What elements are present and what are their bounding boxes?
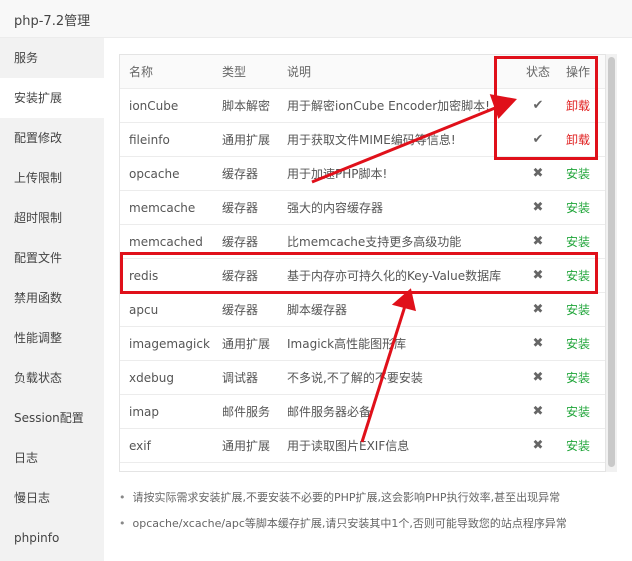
header-name: 名称 bbox=[129, 65, 154, 79]
table-row: apcu 缓存器 脚本缓存器 ✖ 安装 bbox=[120, 293, 605, 327]
install-button[interactable]: 安装 bbox=[558, 157, 598, 191]
ext-desc: 用于获取文件MIME编码等信息! bbox=[287, 133, 456, 147]
install-button[interactable]: 安装 bbox=[558, 327, 598, 361]
ext-name: opcache bbox=[129, 167, 180, 181]
ext-name: exif bbox=[129, 439, 151, 453]
scrollbar-thumb[interactable] bbox=[608, 57, 615, 467]
ext-name: apcu bbox=[129, 303, 159, 317]
sidebar-item-disabled-functions[interactable]: 禁用函数 bbox=[0, 278, 104, 318]
sidebar-item-slow-log[interactable]: 慢日志 bbox=[0, 478, 104, 518]
ext-type: 调试器 bbox=[222, 371, 259, 385]
install-button[interactable]: 安装 bbox=[558, 395, 598, 429]
table-row: imap 邮件服务 邮件服务器必备 ✖ 安装 bbox=[120, 395, 605, 429]
ext-desc: 用于解密ionCube Encoder加密脚本! bbox=[287, 99, 490, 113]
ext-name: ionCube bbox=[129, 99, 179, 113]
ext-type: 脚本解密 bbox=[222, 99, 271, 113]
cross-icon: ✖ bbox=[532, 302, 544, 317]
ext-desc: Imagick高性能图形库 bbox=[287, 337, 407, 351]
ext-type: 通用扩展 bbox=[222, 133, 271, 147]
cross-icon: ✖ bbox=[532, 200, 544, 215]
sidebar-item-session-config[interactable]: Session配置 bbox=[0, 398, 104, 438]
ext-name: imap bbox=[129, 405, 159, 419]
ext-desc: 用于读取图片EXIF信息 bbox=[287, 439, 410, 453]
install-button[interactable]: 安装 bbox=[558, 361, 598, 395]
ext-desc: 强大的内容缓存器 bbox=[287, 201, 384, 215]
sidebar-item-upload-limit[interactable]: 上传限制 bbox=[0, 158, 104, 198]
ext-name: fileinfo bbox=[129, 133, 170, 147]
note-item: opcache/xcache/apc等脚本缓存扩展,请只安装其中1个,否则可能导… bbox=[119, 514, 567, 534]
sidebar-item-log[interactable]: 日志 bbox=[0, 438, 104, 478]
ext-type: 通用扩展 bbox=[222, 337, 271, 351]
sidebar: 服务 安装扩展 配置修改 上传限制 超时限制 配置文件 禁用函数 性能调整 负载… bbox=[0, 38, 104, 561]
ext-type: 通用扩展 bbox=[222, 439, 271, 453]
window-titlebar: php-7.2管理 bbox=[0, 0, 632, 38]
ext-type: 缓存器 bbox=[222, 303, 259, 317]
sidebar-item-config-file[interactable]: 配置文件 bbox=[0, 238, 104, 278]
sidebar-item-performance[interactable]: 性能调整 bbox=[0, 318, 104, 358]
sidebar-item-service[interactable]: 服务 bbox=[0, 38, 104, 78]
ext-desc: 脚本缓存器 bbox=[287, 303, 348, 317]
sidebar-item-phpinfo[interactable]: phpinfo bbox=[0, 518, 104, 558]
install-button[interactable]: 安装 bbox=[558, 191, 598, 225]
ext-desc: 邮件服务器必备 bbox=[287, 405, 372, 419]
table-row: exif 通用扩展 用于读取图片EXIF信息 ✖ 安装 bbox=[120, 429, 605, 463]
table-row: opcache 缓存器 用于加速PHP脚本! ✖ 安装 bbox=[120, 157, 605, 191]
ext-desc: 用于加速PHP脚本! bbox=[287, 167, 388, 181]
cross-icon: ✖ bbox=[532, 438, 544, 453]
cross-icon: ✖ bbox=[532, 336, 544, 351]
sidebar-item-install-extensions[interactable]: 安装扩展 bbox=[0, 78, 104, 118]
cross-icon: ✖ bbox=[532, 166, 544, 181]
ext-type: 缓存器 bbox=[222, 167, 259, 181]
cross-icon: ✖ bbox=[532, 370, 544, 385]
header-desc: 说明 bbox=[287, 65, 312, 79]
ext-type: 邮件服务 bbox=[222, 405, 271, 419]
ext-name: xdebug bbox=[129, 371, 174, 385]
install-button[interactable]: 安装 bbox=[558, 429, 598, 463]
header-type: 类型 bbox=[222, 65, 247, 79]
table-row: memcache 缓存器 强大的内容缓存器 ✖ 安装 bbox=[120, 191, 605, 225]
cross-icon: ✖ bbox=[532, 404, 544, 419]
table-scrollbar[interactable] bbox=[606, 54, 617, 472]
install-button[interactable]: 安装 bbox=[558, 293, 598, 327]
table-row: imagemagick 通用扩展 Imagick高性能图形库 ✖ 安装 bbox=[120, 327, 605, 361]
highlight-box-status-op bbox=[494, 56, 598, 160]
note-item: 请按实际需求安装扩展,不要安装不必要的PHP扩展,这会影响PHP执行效率,甚至出… bbox=[119, 488, 561, 508]
highlight-box-redis-row bbox=[120, 252, 598, 294]
ext-desc: 不多说,不了解的不要安装 bbox=[287, 371, 423, 385]
sidebar-item-config-modify[interactable]: 配置修改 bbox=[0, 118, 104, 158]
ext-type: 缓存器 bbox=[222, 201, 259, 215]
sidebar-item-timeout-limit[interactable]: 超时限制 bbox=[0, 198, 104, 238]
ext-name: imagemagick bbox=[129, 337, 210, 351]
window-title: php-7.2管理 bbox=[14, 14, 91, 29]
sidebar-item-load-status[interactable]: 负载状态 bbox=[0, 358, 104, 398]
table-row: xdebug 调试器 不多说,不了解的不要安装 ✖ 安装 bbox=[120, 361, 605, 395]
ext-name: memcache bbox=[129, 201, 196, 215]
